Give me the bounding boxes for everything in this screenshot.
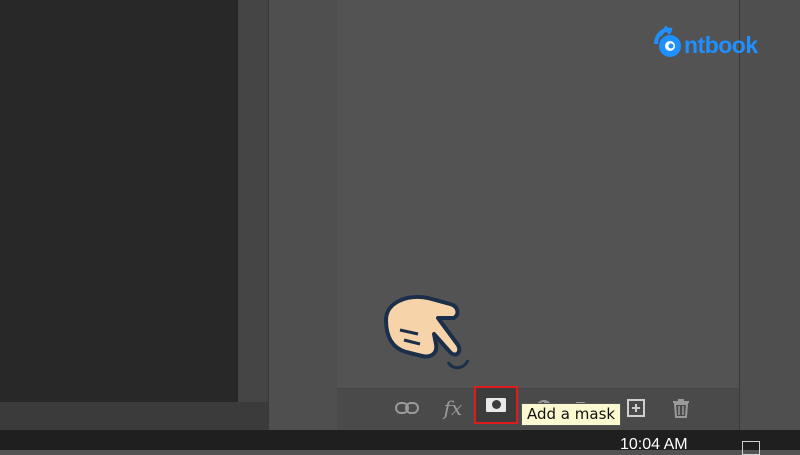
taskbar-clock[interactable]: 10:04 AM — [620, 436, 688, 454]
add-mask-tooltip: Add a mask — [521, 403, 622, 426]
panel-dock-right — [739, 0, 800, 430]
pointing-hand-icon — [384, 295, 470, 370]
mask-icon-circle — [492, 400, 501, 409]
new-layer-icon[interactable] — [624, 396, 648, 420]
logo-text: ntbook — [684, 32, 758, 58]
link-layers-icon[interactable] — [395, 396, 419, 420]
canvas-pasteboard — [238, 0, 268, 430]
horizontal-scrollbar[interactable] — [0, 402, 268, 430]
fx-label: fx — [443, 396, 463, 420]
fx-icon[interactable]: fx — [441, 396, 465, 420]
document-canvas[interactable] — [0, 0, 238, 402]
notification-icon[interactable] — [742, 441, 760, 455]
panel-dock-left — [268, 0, 338, 430]
delete-icon[interactable] — [669, 396, 693, 420]
